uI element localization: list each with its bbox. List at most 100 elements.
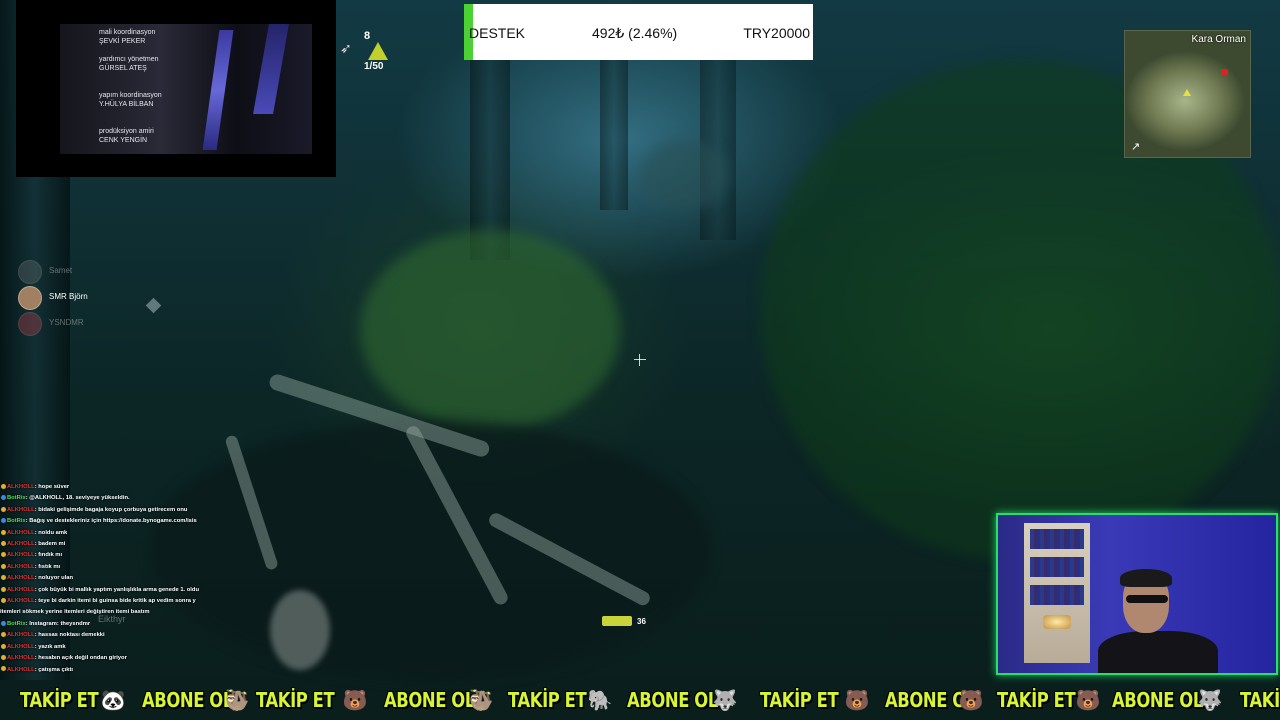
- chat-username[interactable]: ALKHOLL: [7, 575, 35, 581]
- chat-username[interactable]: ALKHOLL: [7, 587, 35, 593]
- chat-username[interactable]: ALKHOLL: [7, 644, 35, 650]
- party-member: Samet: [18, 258, 138, 284]
- bush: [360, 230, 620, 430]
- chat-message-text: : bidaki gelişimde bagaja koyup çorbuya …: [34, 506, 188, 513]
- chat-username[interactable]: ALKHOLL: [7, 552, 35, 558]
- chat-username[interactable]: BotRix: [7, 495, 26, 501]
- party-member-name: Samet: [49, 266, 73, 275]
- chat-badge-icon: [1, 575, 6, 581]
- chat-username[interactable]: ALKHOLL: [7, 507, 35, 513]
- credit-entry: prodüksiyon amiri CENK YENGİN: [99, 127, 154, 145]
- chat-message-text: : çatışma çıktı: [34, 666, 74, 673]
- donation-goal: TRY20000: [743, 25, 810, 41]
- chat-message: ALKHOLL: noldu amk: [0, 528, 212, 539]
- streamer-body: [1098, 631, 1218, 673]
- credit-entry: yardımcı yönetmen GÜRSEL ATEŞ: [99, 55, 159, 73]
- party-member: YSNDMR: [18, 310, 138, 336]
- chat-badge-icon: [1, 483, 6, 489]
- chat-username[interactable]: ALKHOLL: [7, 530, 35, 536]
- chat-badge-icon: [1, 632, 6, 638]
- credit-name: GÜRSEL ATEŞ: [99, 65, 147, 72]
- donation-goal-bar: DESTEK 492₺ (2.46%) TRY20000: [464, 4, 813, 60]
- chat-message-text: : Instagram: theysndmr: [25, 620, 91, 627]
- bow-icon: ➶: [340, 40, 352, 56]
- chat-badge-icon: [1, 598, 6, 604]
- chat-username[interactable]: ALKHOLL: [7, 541, 35, 547]
- ticker-text: ABONE OL: [384, 688, 475, 712]
- chat-badge-icon: [1, 529, 6, 535]
- chat-message-text: : noluyor ulan: [34, 575, 74, 582]
- chat-badge-icon: [1, 666, 6, 672]
- ticker-text: TAKİP ET: [760, 688, 839, 712]
- chat-message: ALKHOLL: fındık mı: [0, 550, 212, 561]
- chat-username[interactable]: BotRix: [7, 518, 26, 524]
- sloth-icon: 🦥: [468, 690, 494, 712]
- rock: [270, 590, 330, 670]
- ammo-count: 8: [364, 30, 371, 42]
- party-member: SMR Björn: [18, 284, 138, 310]
- chat-message: ALKHOLL: hesabın açık değil ondan giriyo…: [0, 653, 212, 664]
- lamp: [1043, 615, 1071, 629]
- map-pin-icon: [1221, 69, 1228, 75]
- panda-icon: 🐼: [100, 690, 126, 712]
- chat-message: ALKHOLL: yazık amk: [0, 642, 212, 653]
- player-position-icon: [1183, 89, 1191, 96]
- minimap[interactable]: Kara Orman ↗: [1124, 30, 1251, 158]
- tree-trunk: [600, 60, 628, 210]
- bear-icon: 🐻: [1075, 690, 1101, 712]
- stamina-value: 36: [637, 617, 646, 626]
- crosshair-icon: [634, 354, 646, 366]
- books: [1030, 529, 1084, 549]
- ticker-text: TAKİP: [1240, 688, 1280, 712]
- stream-chat: ALKHOLL: hope süver BotRix: @ALKHOLL, 18.…: [0, 482, 212, 678]
- chat-username[interactable]: ALKHOLL: [7, 667, 35, 673]
- chat-message-text: itemleri sökmek yerine itemleri değiştir…: [0, 609, 150, 616]
- chat-username[interactable]: ALKHOLL: [7, 564, 35, 570]
- chat-username[interactable]: ALKHOLL: [7, 655, 35, 661]
- chat-username[interactable]: ALKHOLL: [7, 484, 35, 490]
- chat-message-text: : yazık amk: [34, 643, 66, 650]
- stamina-bar: [602, 616, 632, 626]
- chat-message-text: : hope süver: [34, 484, 70, 490]
- chat-message: ALKHOLL: teye bi darkin itemi bi guinsa …: [0, 596, 212, 607]
- chat-message: ALKHOLL: hope süver: [0, 482, 212, 493]
- chat-badge-icon: [1, 563, 6, 569]
- chat-badge-icon: [1, 541, 6, 546]
- elephant-icon: 🐘: [587, 690, 613, 712]
- chat-username[interactable]: BotRix: [7, 621, 26, 627]
- chat-username[interactable]: ALKHOLL: [7, 632, 35, 638]
- avatar: [18, 286, 42, 310]
- chat-message: ALKHOLL: bidaki gelişimde bagaja koyup ç…: [0, 505, 212, 516]
- chat-badge-icon: [1, 620, 6, 626]
- donation-amount: 492₺ (2.46%): [592, 25, 678, 41]
- ticker-text: TAKİP ET: [256, 688, 335, 712]
- credit-name: ŞEVKİ PEKER: [99, 38, 146, 45]
- arrow-icon: [368, 42, 388, 60]
- avatar: [18, 312, 42, 336]
- credit-entry: yapım koordinasyon Y.HÜLYA BİLBAN: [99, 91, 162, 109]
- chat-message-text: : noldu amk: [34, 529, 68, 536]
- avatar: [18, 260, 42, 284]
- expand-arrow-icon[interactable]: ↗: [1131, 140, 1140, 153]
- chat-username[interactable]: ALKHOLL: [7, 598, 35, 604]
- bear-icon: 🐻: [958, 690, 984, 712]
- ticker-text: ABONE OL: [1112, 688, 1203, 712]
- chat-badge-icon: [1, 506, 6, 512]
- chat-message-text: : teye bi darkin itemi bi guinsa bide kr…: [34, 598, 196, 605]
- books: [1030, 557, 1084, 577]
- ticker-text: TAKİP ET: [20, 688, 99, 712]
- ammo-hud: ➶ 8 1/50: [340, 28, 410, 78]
- chat-message: ALKHOLL: badem mi: [0, 539, 212, 550]
- rock: [640, 140, 730, 210]
- chat-message-text: : fıstık mı: [34, 563, 61, 570]
- chat-message-text: : Bağış ve destekleriniz için https://do…: [25, 518, 197, 525]
- credit-name: CENK YENGİN: [99, 137, 148, 144]
- chat-message: ALKHOLL: noluyor ulan: [0, 573, 212, 584]
- donation-label: DESTEK: [469, 25, 526, 41]
- credit-name: Y.HÜLYA BİLBAN: [99, 101, 154, 108]
- chat-message: ALKHOLL: hassas noktası demekki: [0, 630, 212, 641]
- wolf-icon: 🐺: [1197, 690, 1223, 712]
- chat-message-text: : @ALKHOLL, 18. seviyeye yükseldin.: [25, 495, 130, 502]
- chat-badge-icon: [1, 495, 6, 501]
- credits-video-overlay: mali koordinasyon ŞEVKİ PEKER yardımcı y…: [16, 0, 336, 177]
